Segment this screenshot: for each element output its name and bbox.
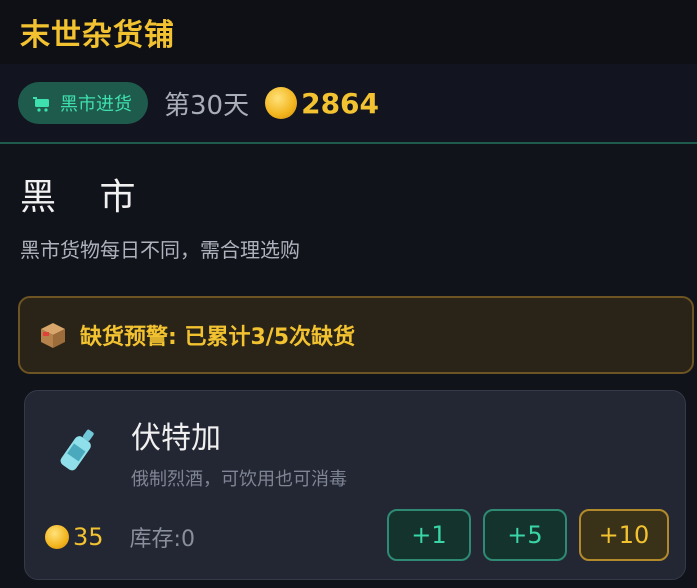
app-header: 末世杂货铺 (0, 0, 697, 64)
stockout-warning-banner: 缺货预警: 已累计3/5次缺货 (18, 296, 694, 374)
section-description: 黑市货物每日不同，需合理选购 (20, 238, 300, 262)
buy-10-button[interactable]: +10 (579, 509, 669, 561)
item-description: 俄制烈酒，可饮用也可消毒 (131, 469, 347, 490)
mode-label: 黑市进货 (60, 94, 132, 115)
item-stock: 库存:0 (129, 527, 195, 552)
market-section: 黑 市 黑市货物每日不同，需合理选购 (0, 144, 697, 263)
item-price: 35 (73, 523, 104, 551)
item-name: 伏特加 (131, 421, 221, 456)
coin-icon (265, 87, 298, 119)
coin-amount: 2864 (301, 86, 380, 120)
bottle-icon (60, 429, 94, 471)
coin-balance: 2864 (265, 87, 379, 120)
item-price-row: 35 库存:0 (45, 521, 195, 553)
buy-5-button[interactable]: +5 (483, 509, 567, 561)
buy-1-button[interactable]: +1 (387, 509, 471, 561)
cart-icon (33, 97, 49, 112)
app-title: 末世杂货铺 (20, 18, 175, 53)
warning-text: 缺货预警: 已累计3/5次缺货 (80, 325, 356, 350)
box-icon (41, 323, 65, 348)
day-counter: 第30天 (164, 90, 250, 121)
status-bar: 黑市进货 第30天 2864 (0, 64, 697, 144)
coin-icon (45, 525, 69, 549)
section-title: 黑 市 (20, 177, 152, 218)
item-card: 伏特加 俄制烈酒，可饮用也可消毒 35 库存:0 +1 +5 +10 (24, 390, 686, 580)
black-market-mode-button[interactable]: 黑市进货 (18, 82, 148, 124)
